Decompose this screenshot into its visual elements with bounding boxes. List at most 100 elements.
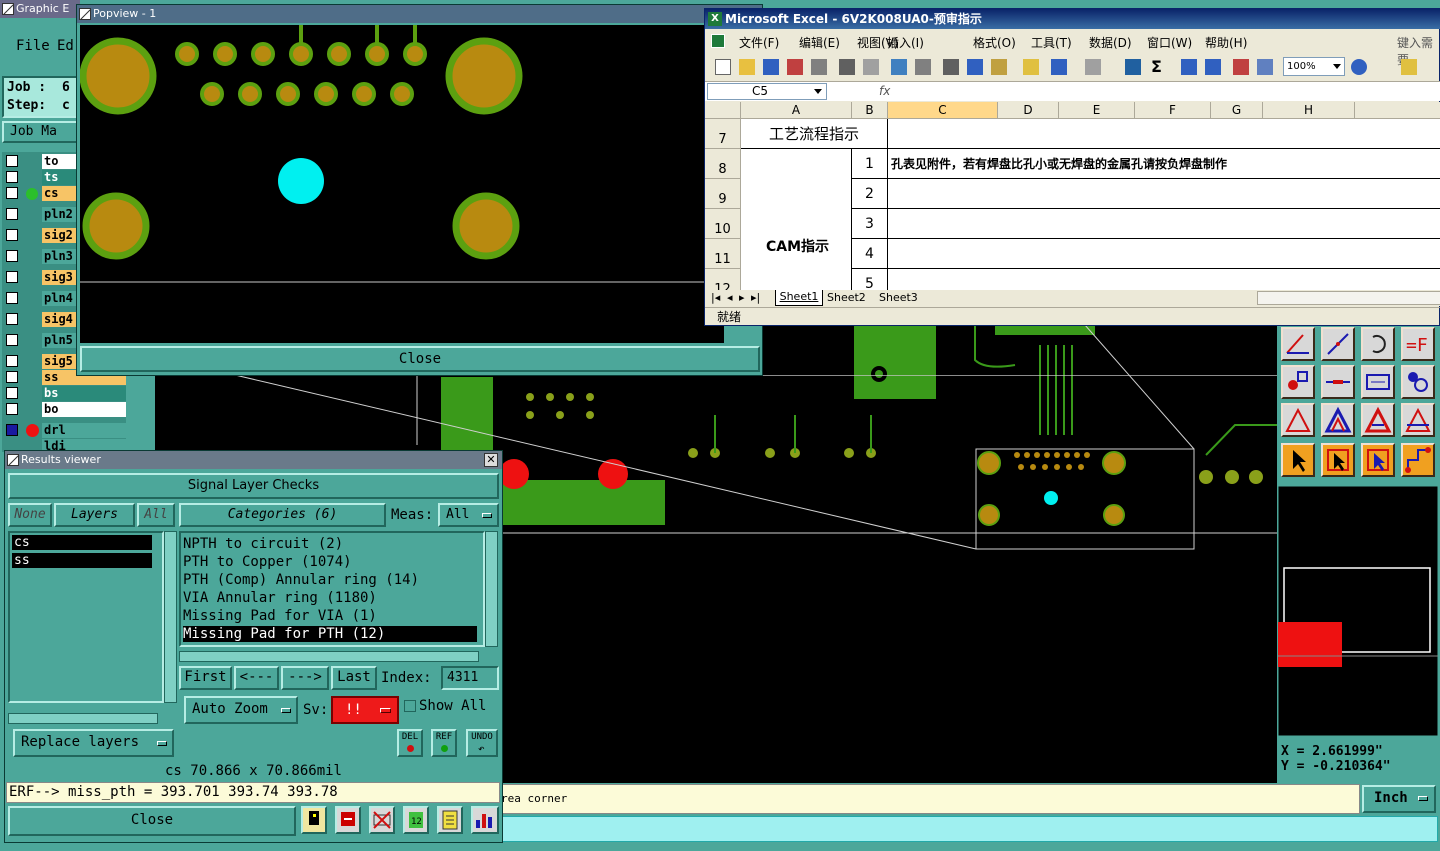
list-item[interactable]: cs (12, 535, 152, 550)
popview-canvas[interactable] (80, 25, 724, 343)
sort-asc-icon[interactable] (1181, 59, 1197, 75)
print-preview-icon[interactable] (863, 59, 879, 75)
format-painter-icon[interactable] (1023, 59, 1039, 75)
layer-checkbox[interactable] (6, 171, 18, 183)
cell-c9[interactable] (888, 179, 1440, 209)
list-item[interactable]: ss (12, 553, 152, 568)
layer-checkbox[interactable] (6, 387, 18, 399)
delete-result-button[interactable]: DEL (397, 729, 423, 757)
research-icon[interactable] (915, 59, 931, 75)
tool-group-icon[interactable] (1401, 365, 1435, 399)
select-net-icon[interactable] (1361, 443, 1395, 477)
category-item-selected[interactable]: Missing Pad for PTH (12) (183, 626, 477, 642)
drawing-icon[interactable] (1257, 59, 1273, 75)
horizontal-scrollbar[interactable] (1257, 291, 1440, 305)
hyperlink-icon[interactable] (1125, 59, 1141, 75)
open-icon[interactable] (739, 59, 755, 75)
column-header[interactable]: B (852, 102, 888, 119)
column-header[interactable]: A (741, 102, 852, 119)
meas-select[interactable]: All (438, 503, 499, 527)
info-icon[interactable] (301, 806, 327, 834)
ref-result-button[interactable]: REF (431, 729, 457, 757)
all-layers-button[interactable]: All (137, 503, 175, 527)
layer-checkbox[interactable] (6, 250, 18, 262)
select-route-icon[interactable] (1401, 443, 1435, 477)
autosum-icon[interactable]: Σ (1151, 57, 1162, 76)
row-header[interactable]: 10 (705, 209, 741, 239)
cut-icon[interactable] (943, 59, 959, 75)
job-matrix-button[interactable]: Job Ma (2, 121, 78, 143)
window-menu-icon[interactable] (79, 8, 91, 20)
layer-checkbox[interactable] (6, 403, 18, 415)
results-close-button[interactable]: Close (8, 806, 296, 836)
cell-c10[interactable] (888, 209, 1440, 239)
permission-icon[interactable] (787, 59, 803, 75)
tool-pad-icon[interactable] (1281, 365, 1315, 399)
menu-data[interactable]: 数据(D) (1089, 34, 1132, 51)
replace-layers-select[interactable]: Replace layers (13, 729, 174, 757)
menu-window[interactable]: 窗口(W) (1147, 34, 1192, 51)
tool-polygon-icon[interactable] (1321, 403, 1355, 437)
cell-c7[interactable] (888, 119, 1440, 149)
menu-tools[interactable]: 工具(T) (1031, 34, 1072, 51)
cell-b8[interactable]: 1 (852, 149, 888, 179)
tab-next-icon[interactable]: ▸ (739, 291, 745, 304)
tool-triangle-icon[interactable] (1281, 403, 1315, 437)
prev-button[interactable]: <--- (234, 666, 279, 690)
layer-row[interactable]: bs (2, 386, 126, 401)
zoom-select[interactable]: 100% (1283, 57, 1345, 76)
row-header[interactable]: 9 (705, 179, 741, 209)
none-button[interactable]: None (8, 503, 52, 527)
tool-measure-icon[interactable] (1361, 365, 1395, 399)
column-header[interactable] (1355, 102, 1440, 119)
column-header[interactable]: D (998, 102, 1059, 119)
window-menu-icon[interactable] (7, 454, 19, 466)
layer-checkbox[interactable] (6, 355, 18, 367)
layer-checkbox[interactable] (6, 208, 18, 220)
column-header[interactable]: G (1211, 102, 1263, 119)
layer-checkbox[interactable] (6, 229, 18, 241)
category-item[interactable]: Missing Pad for VIA (1) (183, 608, 377, 624)
tool-surface-icon[interactable] (1401, 403, 1435, 437)
category-item[interactable]: NPTH to circuit (2) (183, 536, 343, 552)
tool-area-icon[interactable] (1361, 403, 1395, 437)
row-header[interactable]: 12 (705, 269, 741, 290)
tab-first-icon[interactable]: |◂ (711, 291, 720, 304)
notes-icon[interactable] (437, 806, 463, 834)
select-box-icon[interactable] (1321, 443, 1355, 477)
undo-result-button[interactable]: UNDO ↶ (466, 729, 498, 757)
overview-map[interactable] (1278, 486, 1438, 736)
print-icon[interactable] (839, 59, 855, 75)
undo-icon[interactable] (1051, 59, 1067, 75)
window-menu-icon[interactable] (2, 3, 14, 15)
tool-line-icon[interactable] (1321, 327, 1355, 361)
layer-checkbox[interactable] (6, 155, 18, 167)
tab-last-icon[interactable]: ▸| (751, 291, 760, 304)
tool-arc-icon[interactable] (1361, 327, 1395, 361)
select-all-corner[interactable] (705, 102, 741, 119)
category-list-hscroll[interactable] (179, 651, 479, 662)
column-header[interactable]: E (1059, 102, 1135, 119)
tab-sheet3[interactable]: Sheet3 (879, 291, 918, 304)
layer-checkbox[interactable] (6, 424, 18, 436)
row-header[interactable]: 7 (705, 119, 741, 149)
row-header[interactable]: 8 (705, 149, 741, 179)
layer-checkbox[interactable] (6, 371, 18, 383)
next-button[interactable]: ---> (281, 666, 329, 690)
menu-insert[interactable]: 插入(I) (887, 34, 924, 51)
save-icon[interactable] (763, 59, 779, 75)
tool-dimension-icon[interactable] (1281, 327, 1315, 361)
last-button[interactable]: Last (331, 666, 377, 690)
category-item[interactable]: VIA Annular ring (1180) (183, 590, 377, 606)
sort-desc-icon[interactable] (1205, 59, 1221, 75)
layer-checkbox[interactable] (6, 271, 18, 283)
clear-results-icon[interactable] (369, 806, 395, 834)
layer-row[interactable]: bo (2, 402, 126, 417)
row-header[interactable]: 11 (705, 239, 741, 269)
close-icon[interactable]: ✕ (484, 453, 498, 467)
category-item[interactable]: PTH to Copper (1074) (183, 554, 352, 570)
layer-list-hscroll[interactable] (8, 713, 158, 724)
email-icon[interactable] (811, 59, 827, 75)
name-box[interactable]: C5 (707, 83, 827, 100)
layers-button[interactable]: Layers (54, 503, 135, 527)
